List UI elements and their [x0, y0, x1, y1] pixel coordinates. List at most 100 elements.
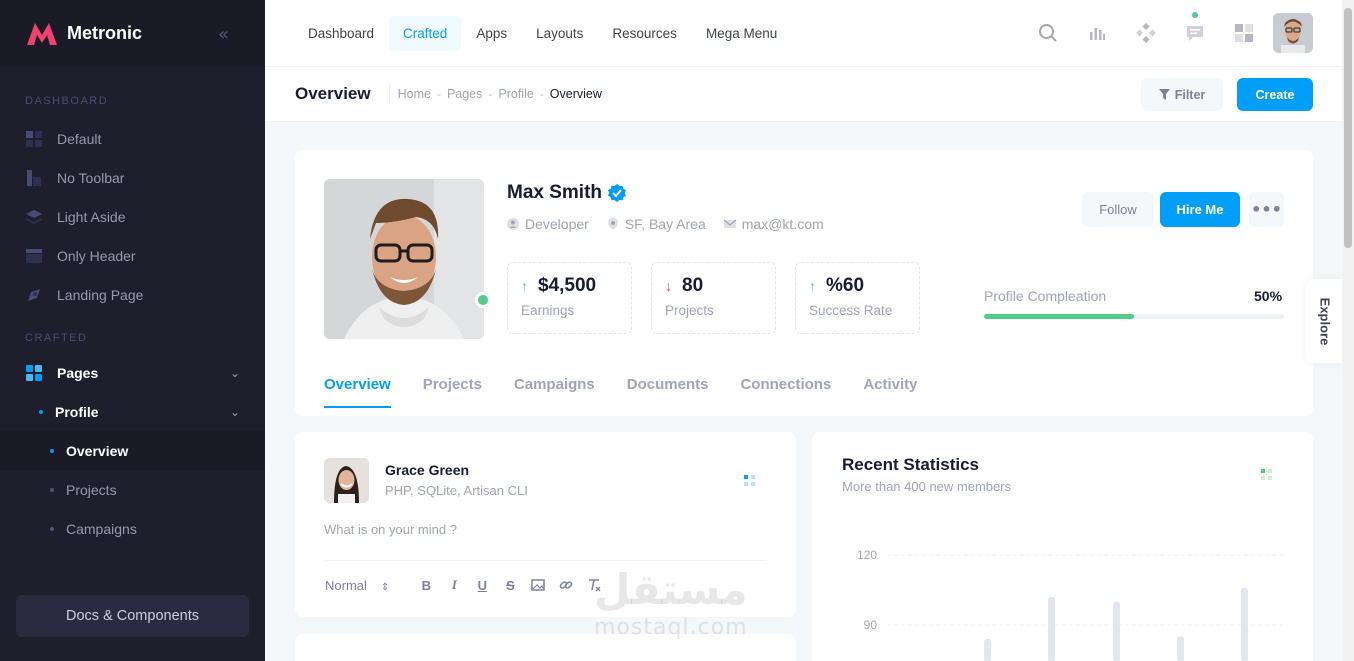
metronic-logo-icon	[27, 22, 57, 45]
hire-me-button[interactable]: Hire Me	[1160, 192, 1240, 227]
format-select[interactable]: Normal ⇕	[325, 578, 389, 593]
profile-completion-value: 50%	[1254, 288, 1283, 304]
sidebar-item-pages[interactable]: Pages ⌄	[0, 353, 265, 392]
profile-name[interactable]: Max Smith	[507, 182, 602, 204]
collapse-sidebar-icon[interactable]: «	[218, 24, 229, 45]
sidebar-item-overview[interactable]: Overview	[0, 431, 265, 470]
sidebar-item-label: Pages	[57, 364, 99, 381]
sidebar-item-light-aside[interactable]: Light Aside	[0, 197, 265, 236]
menu-dots-icon[interactable]	[1260, 468, 1274, 482]
profile-completion-bar	[984, 314, 1284, 319]
menu-item-apps[interactable]: Apps	[462, 16, 521, 51]
follow-button[interactable]: Follow	[1082, 192, 1154, 227]
tab-campaigns[interactable]: Campaigns	[514, 376, 595, 408]
tab-projects[interactable]: Projects	[423, 376, 482, 408]
breadcrumb-current: Overview	[549, 87, 602, 101]
bar-chart-icon	[1090, 28, 1105, 40]
profile-role[interactable]: Developer	[507, 216, 589, 232]
chart-bar[interactable]	[1177, 636, 1184, 661]
chart-bar[interactable]	[984, 639, 991, 661]
create-button[interactable]: Create	[1237, 78, 1313, 111]
header-icon	[26, 248, 42, 263]
profile-email[interactable]: max@kt.com	[723, 216, 824, 232]
profile-photo-icon	[324, 179, 484, 339]
chat-button[interactable]	[1175, 12, 1215, 53]
editor-toolbar: Normal ⇕ B I U S	[325, 577, 601, 593]
profile-completion-fill	[984, 314, 1134, 319]
search-icon	[1039, 24, 1057, 42]
filter-label: Filter	[1174, 87, 1206, 102]
sidebar-item-label: Default	[57, 130, 102, 147]
post-author-avatar[interactable]	[324, 458, 369, 503]
profile-email-text: max@kt.com	[741, 216, 824, 232]
title-divider	[388, 84, 390, 104]
post-author-subtitle: PHP, SQLite, Artisan CLI	[385, 483, 528, 498]
menu-item-resources[interactable]: Resources	[598, 16, 691, 51]
filter-button[interactable]: Filter	[1141, 78, 1223, 111]
menu-dots-icon[interactable]	[743, 474, 757, 488]
tab-connections[interactable]: Connections	[740, 376, 831, 408]
breadcrumb-home[interactable]: Home	[398, 87, 431, 101]
sidebar-item-profile[interactable]: Profile ⌄	[0, 392, 265, 431]
apps-button[interactable]	[1224, 13, 1264, 53]
post-author-name[interactable]: Grace Green	[385, 462, 469, 478]
chart-y-tick: 90	[864, 618, 878, 632]
sidebar-item-label: Only Header	[57, 247, 136, 264]
breadcrumb-separator: -	[539, 87, 544, 101]
sidebar-item-default[interactable]: Default	[0, 119, 265, 158]
scrollbar-thumb[interactable]	[1344, 8, 1352, 248]
stat-success-rate: ↑ %60 Success Rate	[795, 262, 920, 334]
top-header: Dashboard Crafted Apps Layouts Resources…	[265, 0, 1342, 67]
breadcrumb-pages[interactable]: Pages	[447, 87, 482, 101]
brand-name: Metronic	[67, 23, 143, 43]
sidebar-item-only-header[interactable]: Only Header	[0, 236, 265, 275]
bullet-icon	[50, 526, 54, 531]
page-toolbar: Overview Home - Pages - Profile - Overvi…	[265, 67, 1342, 122]
image-icon[interactable]	[531, 578, 546, 592]
main-menu: Dashboard Crafted Apps Layouts Resources…	[294, 15, 792, 51]
strike-button[interactable]: S	[503, 578, 517, 593]
section-title-dashboard: Dashboard	[25, 95, 109, 107]
page-scrollbar[interactable]	[1342, 0, 1354, 661]
docs-components-button[interactable]: Docs & Components	[16, 595, 249, 637]
explore-toggle[interactable]: Explore	[1306, 279, 1343, 363]
more-options-button[interactable]: •••	[1249, 192, 1284, 227]
sidebar-item-label: Profile	[55, 403, 99, 420]
underline-button[interactable]: U	[475, 578, 489, 593]
profile-location[interactable]: SF, Bay Area	[607, 216, 706, 232]
sidebar-item-label: Light Aside	[57, 208, 126, 225]
tab-overview[interactable]: Overview	[324, 376, 391, 408]
profile-tabs: Overview Projects Campaigns Documents Co…	[324, 376, 950, 408]
sidebar-item-projects[interactable]: Projects	[0, 470, 265, 509]
menu-item-crafted[interactable]: Crafted	[389, 15, 462, 51]
sidebar-item-label: Projects	[66, 481, 117, 498]
tab-activity[interactable]: Activity	[863, 376, 917, 408]
chart-y-tick: 120	[857, 548, 877, 562]
menu-item-layouts[interactable]: Layouts	[522, 16, 597, 51]
chart-bar[interactable]	[1241, 587, 1248, 661]
sidebar-item-no-toolbar[interactable]: No Toolbar	[0, 158, 265, 197]
italic-button[interactable]: I	[447, 577, 461, 593]
activity-button[interactable]	[1077, 13, 1117, 53]
profile-info-row: Developer SF, Bay Area max@kt.com	[507, 216, 842, 232]
bold-button[interactable]: B	[419, 578, 433, 593]
filter-icon	[1158, 89, 1170, 100]
tab-documents[interactable]: Documents	[627, 376, 709, 408]
search-button[interactable]	[1028, 13, 1068, 53]
sidebar: Metronic « Dashboard Default No Toolbar …	[0, 0, 265, 661]
arrow-down-icon: ↓	[665, 278, 672, 294]
breadcrumb-profile[interactable]: Profile	[498, 87, 533, 101]
post-input[interactable]: What is on your mind ?	[324, 522, 457, 537]
user-avatar[interactable]	[1273, 13, 1313, 53]
rocket-icon	[28, 288, 40, 301]
profile-card: Max Smith Developer SF, Bay Area max@kt.…	[295, 150, 1313, 416]
quick-links-button[interactable]	[1126, 13, 1166, 53]
sidebar-item-campaigns[interactable]: Campaigns	[0, 509, 265, 548]
sidebar-item-landing-page[interactable]: Landing Page	[0, 275, 265, 314]
menu-item-mega-menu[interactable]: Mega Menu	[692, 16, 791, 51]
chart-bar[interactable]	[1048, 597, 1055, 661]
profile-photo	[324, 179, 484, 339]
link-icon[interactable]	[559, 578, 573, 592]
chart-bar[interactable]	[1113, 601, 1120, 661]
menu-item-dashboard[interactable]: Dashboard	[294, 16, 388, 51]
